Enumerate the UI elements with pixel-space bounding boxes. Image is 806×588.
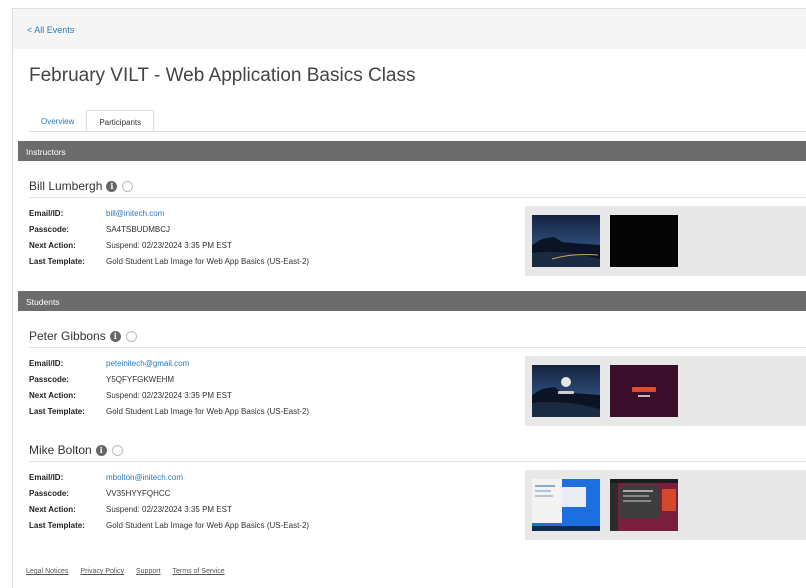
divider — [29, 197, 806, 198]
email-link[interactable]: peteinitech@gmail.com — [106, 359, 189, 368]
passcode-label: Passcode: — [29, 488, 70, 498]
passcode-label: Passcode: — [29, 374, 70, 384]
email-label: Email/ID: — [29, 472, 64, 482]
ubuntu-desktop-thumbnail[interactable] — [610, 479, 678, 531]
students-header: Students — [18, 291, 806, 311]
participant-details: Email/ID: bill@initech.com Passcode: SA4TS… — [29, 205, 309, 269]
tab-bar: Overview Participants — [29, 110, 155, 132]
last-template-label: Last Template: — [29, 406, 85, 416]
page-title: February VILT - Web Application Basics C… — [29, 65, 416, 86]
participant-name-text: Bill Lumbergh — [29, 179, 103, 193]
status-radio-icon[interactable] — [125, 330, 137, 342]
all-events-link[interactable]: < All Events — [27, 25, 74, 35]
tab-participants[interactable]: Participants — [86, 110, 155, 132]
screenshot-panel — [525, 206, 806, 276]
next-action-label: Next Action: — [29, 504, 76, 514]
footer-link-privacy-policy[interactable]: Privacy Policy — [80, 568, 124, 575]
email-link[interactable]: bill@initech.com — [106, 209, 164, 218]
status-radio-icon[interactable] — [111, 444, 123, 456]
passcode-value: SA4TSBUDMBCJ — [106, 224, 171, 234]
passcode-value: Y5QFYFGKWEHM — [106, 374, 175, 384]
passcode-label: Passcode: — [29, 224, 70, 234]
participant-name: Peter Gibbons i — [29, 329, 137, 343]
last-template-value: Gold Student Lab Image for Web App Basic… — [106, 520, 310, 530]
email-label: Email/ID: — [29, 358, 64, 368]
participant-name: Mike Bolton i — [29, 443, 123, 457]
info-icon[interactable]: i — [109, 330, 121, 342]
instructors-header: Instructors — [18, 141, 806, 161]
footer-link-legal-notices[interactable]: Legal Notices — [26, 568, 68, 575]
windows-desktop-thumbnail[interactable] — [532, 479, 600, 531]
next-action-value: Suspend: 02/23/2024 3:35 PM EST — [106, 390, 232, 400]
email-label: Email/ID: — [29, 208, 64, 218]
login-screen-thumbnail[interactable] — [532, 365, 600, 417]
footer-link-terms-of-service[interactable]: Terms of Service — [173, 568, 225, 575]
next-action-value: Suspend: 02/23/2024 3:35 PM EST — [106, 504, 232, 514]
divider — [29, 461, 806, 462]
ubuntu-login-thumbnail[interactable] — [610, 365, 678, 417]
screenshot-panel — [525, 470, 806, 540]
tab-overview[interactable]: Overview — [29, 110, 86, 132]
app-frame: < All Events February VILT - Web Applica… — [12, 8, 806, 588]
footer-link-support[interactable]: Support — [136, 568, 161, 575]
next-action-value: Suspend: 02/23/2024 3:35 PM EST — [106, 240, 232, 250]
top-bar: < All Events — [13, 9, 806, 49]
next-action-label: Next Action: — [29, 240, 76, 250]
participant-details: Email/ID: peteinitech@gmail.com Passcode:… — [29, 355, 309, 419]
last-template-value: Gold Student Lab Image for Web App Basic… — [106, 256, 310, 266]
info-icon[interactable]: i — [106, 180, 118, 192]
participant-name: Bill Lumbergh i — [29, 179, 134, 193]
participant-name-text: Mike Bolton — [29, 443, 92, 457]
divider — [29, 347, 806, 348]
participant-details: Email/ID: mbolton@initech.com Passcode: VV… — [29, 469, 309, 533]
tabs-divider — [29, 131, 806, 132]
footer: Legal Notices Privacy Policy Support Ter… — [26, 568, 225, 575]
passcode-value: VV35HYYFQHCC — [106, 488, 171, 498]
info-icon[interactable]: i — [95, 444, 107, 456]
desktop-thumbnail[interactable] — [532, 215, 600, 267]
last-template-value: Gold Student Lab Image for Web App Basic… — [106, 406, 310, 416]
next-action-label: Next Action: — [29, 390, 76, 400]
status-radio-icon[interactable] — [122, 180, 134, 192]
last-template-label: Last Template: — [29, 256, 85, 266]
email-link[interactable]: mbolton@initech.com — [106, 473, 183, 482]
participant-name-text: Peter Gibbons — [29, 329, 106, 343]
screenshot-panel — [525, 356, 806, 426]
last-template-label: Last Template: — [29, 520, 85, 530]
blank-screen-thumbnail[interactable] — [610, 215, 678, 267]
